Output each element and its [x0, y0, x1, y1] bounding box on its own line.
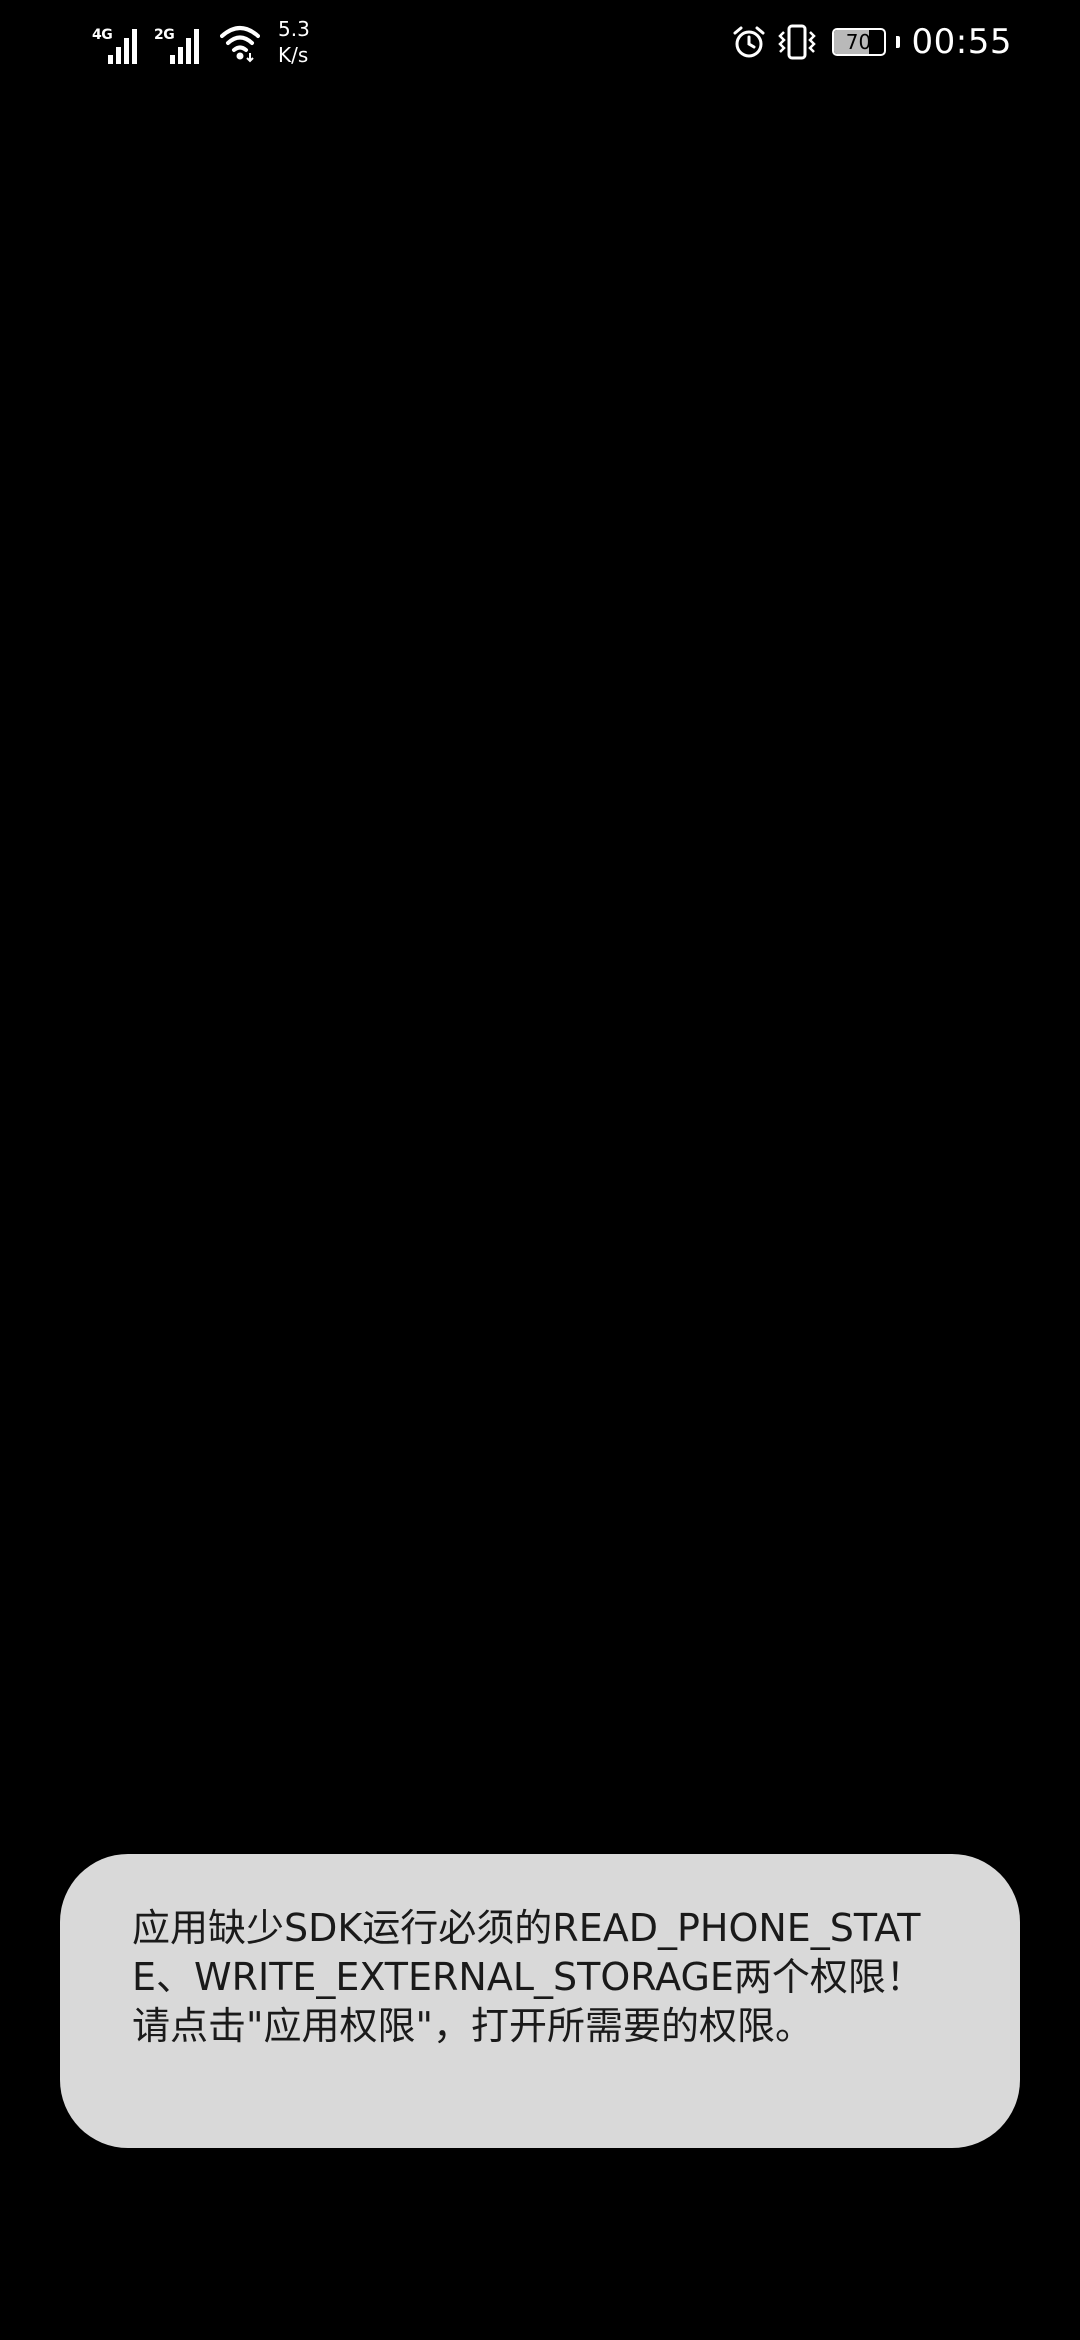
- alarm-icon: [733, 26, 765, 58]
- status-bar: 4G 2G 5.3 K/s 70 00:55: [0, 0, 1080, 80]
- cell-signal-2: 2G: [152, 20, 210, 64]
- vibrate-icon: [777, 24, 816, 60]
- battery-icon: 70: [831, 28, 886, 56]
- toast-message-box: 应用缺少SDK运行必须的READ_PHONE_STATE、WRITE_EXTER…: [60, 1854, 1020, 2148]
- status-bar-right: 70 00:55: [732, 14, 1012, 70]
- signal-bars-icon: [108, 28, 148, 64]
- status-bar-left: 4G 2G 5.3 K/s: [90, 14, 338, 70]
- cell-signal-1: 4G: [90, 20, 148, 64]
- network-speed: 5.3 K/s: [278, 16, 338, 68]
- network-speed-unit: K/s: [278, 43, 309, 67]
- toast-message: 应用缺少SDK运行必须的READ_PHONE_STATE、WRITE_EXTER…: [132, 1906, 924, 2048]
- battery-indicator: 70: [831, 28, 900, 56]
- battery-level: 70: [845, 30, 872, 54]
- battery-cap: [895, 36, 900, 48]
- wifi-icon: [220, 26, 260, 63]
- status-time: 00:55: [911, 22, 1012, 62]
- signal-bars-icon: [170, 28, 210, 64]
- network-speed-value: 5.3: [278, 17, 310, 41]
